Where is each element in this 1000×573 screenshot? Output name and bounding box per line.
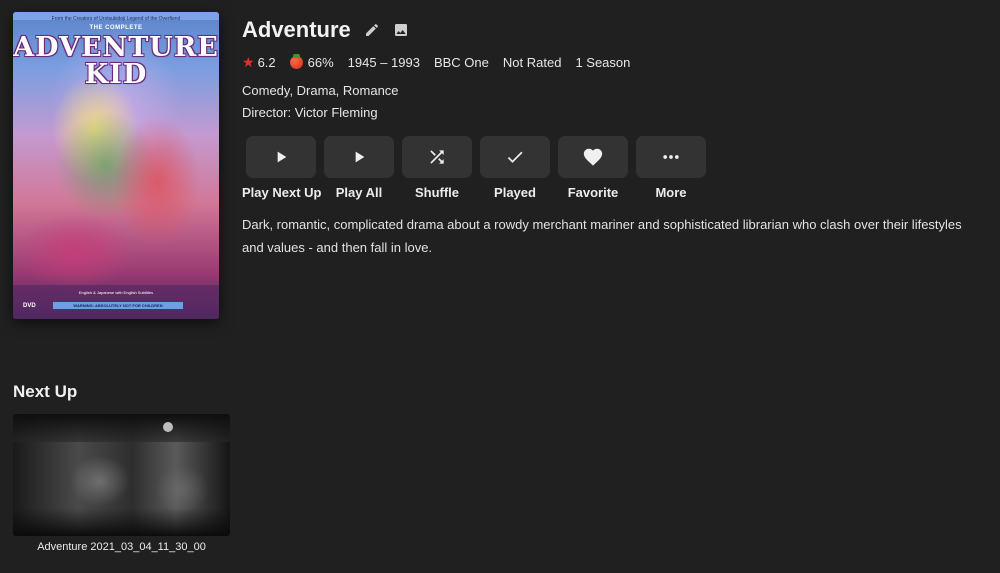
poster-format: DVD [23,303,36,309]
poster-note: English & Japanese with English Subtitle… [78,290,154,295]
overview: Dark, romantic, complicated drama about … [242,217,962,255]
shuffle-label: Shuffle [414,185,460,200]
poster-title-line1: ADVENTURE [13,32,219,63]
more-button[interactable]: More [632,136,710,200]
years: 1945 – 1993 [347,54,420,70]
play-next-up-label: Play Next Up [242,185,322,200]
page-title: Adventure [242,17,351,42]
genres[interactable]: Comedy, Drama, Romance [242,83,399,98]
more-label: More [655,185,687,200]
next-up-heading: Next Up [13,382,78,401]
poster-tagline: From the Creators of Urotsukidoji Legend… [51,16,181,22]
play-next-up-btn-box[interactable] [246,136,316,178]
critic-rating: 66% [289,53,334,70]
community-rating-value: 6.2 [257,54,276,70]
play-icon [277,151,287,163]
play-next-up-button[interactable]: Play Next Up [242,136,322,200]
thumbnail-lamp [163,422,173,432]
season-count: 1 Season [575,54,631,70]
more-icon [663,155,679,159]
shuffle-btn-box[interactable] [402,136,472,178]
community-rating: ★ 6.2 [242,54,276,71]
official-rating: Not Rated [502,54,562,70]
tomato-icon [289,53,303,69]
play-all-button[interactable]: Play All [320,136,398,200]
play-all-label: Play All [335,185,383,200]
thumbnail-ceiling [13,414,230,442]
played-label: Played [494,185,536,200]
network-link[interactable]: BBC One [434,55,489,70]
more-btn-box[interactable] [636,136,706,178]
played-button[interactable]: Played [476,136,554,200]
play-all-btn-box[interactable] [324,136,394,178]
favorite-button[interactable]: Favorite [554,136,632,200]
played-btn-box[interactable] [480,136,550,178]
poster-warning: WARNING: ABSOLUTELY NOT FOR CHILDREN [53,302,183,309]
series-poster[interactable]: From the Creators of Urotsukidoji Legend… [13,12,219,319]
pencil-icon[interactable] [364,22,380,38]
poster-title: ADVENTURE KID [13,34,219,88]
poster-title-line2: KID [84,59,148,90]
star-icon: ★ [242,53,255,70]
action-bar: Play Next Up Play All Shuffle Played Fav… [242,136,710,200]
favorite-label: Favorite [567,185,619,200]
shuffle-button[interactable]: Shuffle [398,136,476,200]
play-icon [355,151,365,163]
shuffle-icon [430,150,444,164]
title-row: Adventure [242,15,409,45]
check-icon [507,151,523,163]
poster-pre-title: THE COMPLETE [89,25,143,31]
thumbnail-floor [13,508,230,536]
next-up-card-title[interactable]: Adventure 2021_03_04_11_30_00 [13,541,230,553]
meta-row: ★ 6.2 66% 1945 – 1993 BBC One Not Rated … [242,53,644,71]
heart-icon [583,148,603,166]
director[interactable]: Director: Victor Fleming [242,105,378,120]
next-up-card-thumbnail[interactable] [13,414,230,536]
critic-rating-value: 66% [307,54,334,70]
image-icon[interactable] [393,22,409,38]
favorite-btn-box[interactable] [558,136,628,178]
